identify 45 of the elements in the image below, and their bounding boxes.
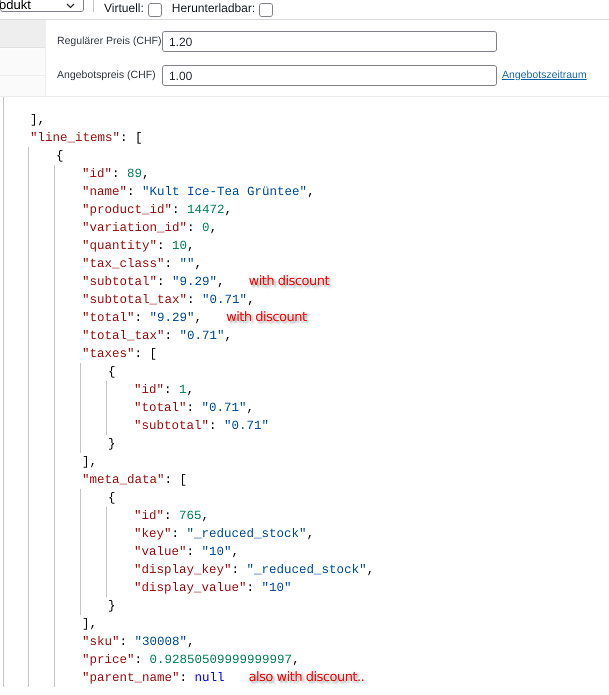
code-line: "parent_name": null <box>82 670 225 687</box>
code-line: "total": "9.29", <box>82 310 202 327</box>
option-label: Herunterladbar: <box>172 1 256 15</box>
code-line: "line_items": [ <box>30 130 143 147</box>
code-line: "display_value": "10" <box>134 580 292 597</box>
code-line: "tax_class": "", <box>82 256 202 273</box>
checkbox[interactable] <box>259 3 274 17</box>
chevron-down-icon <box>66 3 75 9</box>
code-line: } <box>108 436 116 453</box>
price-input[interactable]: 1.00 <box>162 65 497 86</box>
code-line: "sku": "30008", <box>82 634 195 651</box>
code-line: "key": "_reduced_stock", <box>134 526 314 543</box>
annotation: also with discount.. <box>248 669 364 687</box>
sale-schedule-link[interactable]: Angebotszeitraum <box>502 68 587 84</box>
code-line: "total": "0.71", <box>134 400 254 417</box>
code-line: { <box>56 148 64 165</box>
code-line: "product_id": 14472, <box>82 202 232 219</box>
code-line: ], <box>30 112 46 129</box>
code-line: "total_tax": "0.71", <box>82 328 232 345</box>
code-line: "variation_id": 0, <box>82 220 218 237</box>
code-line: "subtotal_tax": "0.71", <box>82 292 255 309</box>
code-line: { <box>108 490 116 507</box>
code-line: "id": 1, <box>134 382 194 399</box>
code-line: "quantity": 10, <box>82 238 195 255</box>
code-line: "subtotal": "9.29", <box>82 274 225 291</box>
annotation: with discount <box>226 309 307 327</box>
annotation: with discount <box>248 273 330 291</box>
code-line: "display_key": "_reduced_stock", <box>134 562 374 579</box>
code-line: "meta_data": [ <box>82 472 188 489</box>
code-line: { <box>108 364 116 381</box>
field-label: Angebotspreis (CHF) <box>57 68 157 83</box>
code-line: "id": 89, <box>82 166 150 183</box>
code-line: ], <box>82 454 98 471</box>
option-label: Virtuell: <box>104 1 144 15</box>
code-line: "value": "10", <box>134 544 240 561</box>
code-line: "id": 765, <box>134 508 210 525</box>
code-line: "subtotal": "0.71" <box>134 418 270 435</box>
code-line: "name": "Kult Ice-Tea Grüntee", <box>82 184 315 201</box>
code-line: "price": 0.92850509999999997, <box>82 652 300 669</box>
code-line: } <box>108 598 116 615</box>
field-label: Regulärer Preis (CHF) <box>57 34 162 49</box>
code-line: "taxes": [ <box>82 346 158 363</box>
code-line: ], <box>82 616 98 633</box>
checkbox[interactable] <box>148 3 162 17</box>
price-input[interactable]: 1.20 <box>162 31 497 52</box>
